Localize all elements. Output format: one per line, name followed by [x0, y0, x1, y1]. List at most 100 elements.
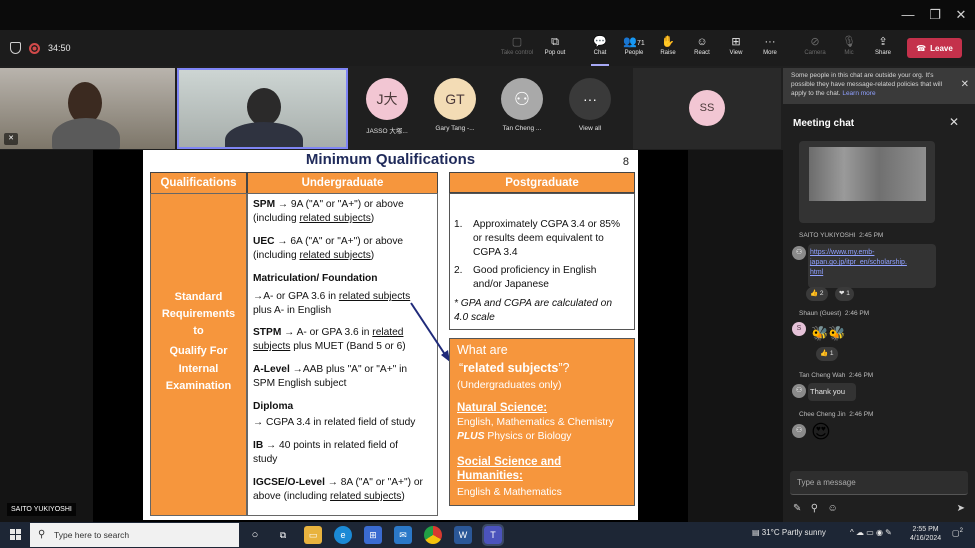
ug-line: → CGPA 3.4 in related field of study: [253, 417, 416, 428]
chat-button[interactable]: 💬 Chat: [582, 34, 618, 66]
person-icon: ⚇: [501, 78, 543, 120]
people-icon: 👥71: [623, 36, 645, 48]
avatar: S: [792, 322, 806, 336]
ug-line: IGCSE/O-Level → 8A ("A" or "A+") or: [253, 477, 423, 488]
phone-icon: ☎: [916, 43, 927, 53]
share-icon: ⇪: [878, 36, 888, 48]
notifications-icon[interactable]: ▢2: [952, 528, 963, 538]
participant-tile-gary[interactable]: GT Gary Tang -...: [428, 78, 482, 132]
pop-out-button[interactable]: ⧉ Pop out: [537, 34, 573, 64]
avatar: SS: [689, 90, 725, 126]
word-icon[interactable]: W: [454, 526, 472, 544]
emoji-sticker: 🐝🐝: [811, 325, 846, 341]
edge-icon[interactable]: e: [334, 526, 352, 544]
format-icon[interactable]: ✎: [793, 503, 801, 514]
gallery-screenshot-image: [809, 147, 926, 201]
weather-icon: ▤: [752, 528, 762, 537]
mic-button[interactable]: 🎙 Mic: [831, 34, 867, 64]
related-subjects-box: What are “related subjects”? (Undergradu…: [449, 338, 635, 506]
person-icon: ⚇: [792, 424, 806, 438]
ug-line: SPM → 9A ("A" or "A+") or above: [253, 199, 404, 210]
reaction-like[interactable]: 👍 1: [816, 347, 838, 361]
more-icon: ···: [764, 36, 776, 48]
dismiss-icon[interactable]: ✕: [961, 80, 969, 90]
text-message: Thank you: [808, 383, 856, 401]
clock[interactable]: 2:55 PM 4/16/2024: [910, 525, 941, 543]
scholarship-link[interactable]: https://www.my.emb- japan.go.jp/itpr_en/…: [810, 248, 907, 278]
ug-line: Diploma: [253, 401, 294, 412]
meeting-status: 34:50: [10, 40, 71, 56]
slide-title: Minimum Qualifications: [305, 151, 476, 168]
cortana-icon[interactable]: ○: [246, 526, 264, 544]
people-count: 71: [636, 40, 645, 47]
avatar: GT: [434, 78, 476, 120]
ug-line: STPM → A- or GPA 3.6 in related: [253, 327, 404, 338]
postgraduate-header: Postgraduate: [449, 172, 635, 193]
reaction-heart[interactable]: ❤ 1: [835, 287, 854, 301]
window-title-bar: — ❐ ✕: [0, 0, 975, 30]
teams-icon[interactable]: T: [482, 524, 504, 546]
ug-line: SPM English subject: [253, 378, 347, 389]
people-button[interactable]: 👥71 People: [616, 34, 652, 64]
close-chat-icon[interactable]: ✕: [949, 115, 959, 129]
view-all-button[interactable]: ··· View all: [563, 78, 617, 132]
compose-toolbar: ✎ ⚲ ☺ ➤: [793, 503, 965, 514]
system-tray-icons[interactable]: ^ ☁ ▭ ◉ ✎: [850, 528, 892, 537]
windows-start-icon[interactable]: [10, 529, 22, 541]
file-explorer-icon[interactable]: ▭: [304, 526, 322, 544]
qualifications-header: Qualifications: [150, 172, 247, 194]
shield-icon: [10, 42, 21, 54]
teams-meeting-window: — ❐ ✕ 34:50 ▢ Take control ⧉ Pop out 💬 C…: [0, 0, 975, 548]
undergraduate-header: Undergraduate: [247, 172, 438, 194]
participant-tile-tan[interactable]: ⚇ Tan Cheng ...: [495, 78, 549, 132]
ug-line: A-Level →AAB plus "A" or "A+" in: [253, 364, 408, 375]
external-org-notice: Some people in this chat are outside you…: [783, 68, 975, 104]
mic-off-icon: ✕: [4, 133, 18, 145]
close-window-icon[interactable]: ✕: [951, 6, 971, 24]
mail-icon[interactable]: ✉: [394, 526, 412, 544]
participant-tile-ss[interactable]: SS: [633, 68, 781, 149]
chat-title: Meeting chat: [793, 118, 855, 129]
emoji-icon[interactable]: ☺: [828, 503, 838, 514]
person-icon: ⚇: [792, 246, 806, 260]
participant-video-2[interactable]: [177, 68, 348, 149]
participant-body: [52, 118, 120, 149]
presenter-label: SAITO YUKIYOSHI: [7, 503, 76, 516]
camera-button[interactable]: ⊘ Camera: [797, 34, 833, 64]
attach-icon[interactable]: ⚲: [811, 503, 818, 514]
weather-widget[interactable]: ▤ 31°C Partly sunny: [752, 528, 826, 537]
slide-number: 8: [622, 156, 629, 168]
compose-box[interactable]: Type a message: [790, 471, 968, 495]
participant-tile-jasso[interactable]: J大 JASSO 大塚...: [360, 78, 414, 135]
minimize-icon[interactable]: —: [898, 6, 918, 24]
view-button[interactable]: ⊞ View: [718, 34, 754, 64]
more-button[interactable]: ··· More: [752, 34, 788, 64]
task-view-icon[interactable]: ⧉: [274, 526, 292, 544]
message-meta: SAITO YUKIYOSHI 2:45 PM: [799, 232, 884, 239]
maximize-icon[interactable]: ❐: [925, 6, 945, 24]
participant-body: [225, 122, 303, 147]
ug-line: subjects plus MUET (Band 5 or 6): [253, 341, 406, 352]
postgraduate-cell: 1. Approximately CGPA 3.4 or 85% or resu…: [449, 193, 635, 330]
view-icon: ⊞: [731, 36, 741, 48]
image-message[interactable]: [799, 141, 935, 223]
raise-hand-button[interactable]: ✋ Raise: [650, 34, 686, 64]
participant-video-1[interactable]: ✕: [0, 68, 175, 149]
react-button[interactable]: ☺ React: [684, 34, 720, 64]
taskbar-search-box[interactable]: ⚲ Type here to search: [30, 523, 239, 547]
ug-line: Matriculation/ Foundation: [253, 273, 378, 284]
chrome-icon[interactable]: [424, 526, 442, 544]
take-control-icon: ▢: [511, 36, 523, 48]
reaction-like[interactable]: 👍 2: [806, 287, 828, 301]
take-control-button[interactable]: ▢ Take control: [499, 34, 535, 64]
message-meta: Chee Cheng Jin 2:46 PM: [799, 411, 874, 418]
send-icon[interactable]: ➤: [957, 503, 965, 514]
leave-button[interactable]: ☎ Leave: [907, 38, 962, 58]
ug-line: (including related subjects): [253, 250, 375, 261]
message-meta: Shaun (Guest) 2:46 PM: [799, 310, 870, 317]
avatar: J大: [366, 78, 408, 120]
learn-more-link[interactable]: Learn more: [842, 90, 875, 97]
more-icon: ···: [569, 78, 611, 120]
share-button[interactable]: ⇪ Share: [865, 34, 901, 64]
store-icon[interactable]: ⊞: [364, 526, 382, 544]
